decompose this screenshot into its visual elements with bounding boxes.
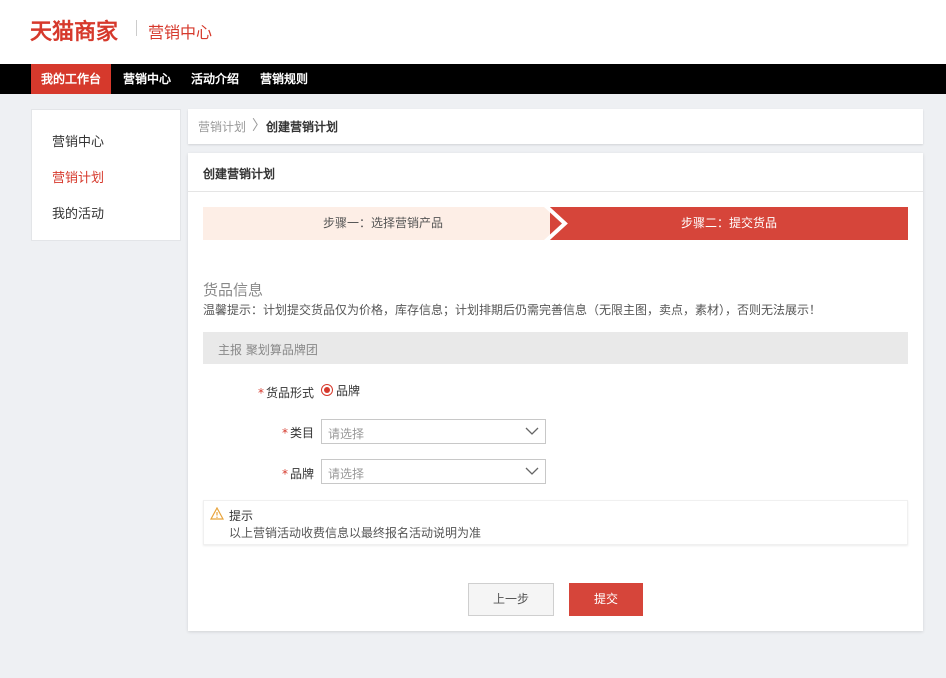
brand-select[interactable]: 请选择	[321, 459, 546, 484]
goods-form-label: * 货品形式	[257, 386, 314, 400]
panel-divider	[188, 191, 923, 192]
required-mark: *	[281, 467, 288, 481]
warm-tip-text: 温馨提示：计划提交货品仅为价格，库存信息；计划排期后仍需完善信息（无限主图，卖点…	[203, 303, 822, 317]
logo-divider	[136, 20, 137, 36]
step-arrow-icon	[544, 207, 568, 240]
nav-item-workbench[interactable]: 我的工作台	[31, 64, 112, 94]
sidebar-item-my-activities[interactable]: 我的活动	[52, 203, 104, 222]
radio-selected-dot	[324, 387, 330, 393]
sidebar-item-marketing-plan[interactable]: 营销计划	[52, 167, 104, 186]
required-mark: *	[281, 426, 288, 440]
section-heading-goods-info: 货品信息	[203, 281, 264, 299]
tmall-merchant-logo[interactable]: 天猫商家	[30, 14, 118, 46]
category-select[interactable]: 请选择	[321, 419, 546, 444]
create-plan-panel: 创建营销计划 步骤一：选择营销产品 步骤二：提交货品 货品信息 温馨提示：计划提…	[188, 153, 923, 631]
group-label: 主报 聚划算品牌团	[218, 343, 318, 357]
category-select-placeholder: 请选择	[328, 427, 365, 441]
required-mark: *	[257, 386, 264, 400]
chevron-down-icon	[525, 427, 539, 435]
panel-title: 创建营销计划	[203, 167, 276, 181]
nav-item-marketing-center[interactable]: 营销中心	[113, 64, 181, 94]
notice-body: 以上营销活动收费信息以最终报名活动说明为准	[229, 526, 482, 540]
fee-notice: 提示 以上营销活动收费信息以最终报名活动说明为准	[203, 500, 908, 545]
category-label: * 类目	[281, 426, 314, 440]
breadcrumb: 营销计划 〉 创建营销计划	[188, 109, 923, 144]
header-subtitle: 营销中心	[148, 23, 213, 42]
brand-radio[interactable]	[321, 384, 333, 396]
notice-title: 提示	[229, 509, 254, 523]
sidebar: 营销中心 营销计划 我的活动	[31, 109, 181, 241]
main-navbar: 我的工作台 营销中心 活动介绍 营销规则	[0, 64, 946, 94]
chevron-down-icon	[525, 467, 539, 475]
group-bar: 主报 聚划算品牌团	[203, 332, 908, 364]
breadcrumb-separator-icon: 〉	[252, 118, 266, 134]
breadcrumb-link-marketing-plan[interactable]: 营销计划	[198, 118, 246, 135]
top-header: 天猫商家 营销中心	[0, 0, 946, 64]
breadcrumb-current: 创建营销计划	[266, 120, 339, 134]
brand-select-placeholder: 请选择	[328, 467, 365, 481]
step-one: 步骤一：选择营销产品	[203, 207, 563, 240]
sidebar-item-marketing-center[interactable]: 营销中心	[52, 131, 104, 150]
brand-radio-label[interactable]: 品牌	[336, 382, 360, 399]
nav-item-activity-intro[interactable]: 活动介绍	[181, 64, 249, 94]
nav-item-marketing-rules[interactable]: 营销规则	[250, 64, 318, 94]
brand-label: * 品牌	[281, 467, 314, 481]
submit-button[interactable]: 提交	[569, 583, 643, 616]
warning-icon	[210, 507, 224, 520]
step-two-active: 步骤二：提交货品	[550, 207, 908, 240]
previous-step-button[interactable]: 上一步	[468, 583, 554, 616]
